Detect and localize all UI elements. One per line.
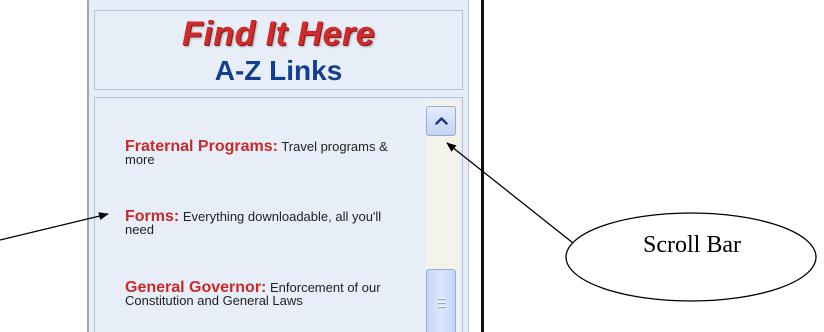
link-item-fraternal-programs[interactable]: Fraternal Programs: Travel programs & mo… (125, 139, 401, 167)
links-scroll-area[interactable]: Fraternal Programs: Travel programs & mo… (94, 97, 463, 332)
scroll-thumb[interactable] (426, 269, 456, 332)
scroll-up-button[interactable] (426, 106, 456, 136)
widget-title: Find It Here (181, 15, 376, 53)
link-item-general-governor[interactable]: General Governor: Enforcement of our Con… (125, 280, 401, 308)
callout-label-scroll-bar: Scroll Bar (643, 232, 741, 258)
chevron-up-icon (435, 117, 448, 125)
vertical-scrollbar[interactable] (426, 101, 459, 332)
document-stage: Find It Here A-Z Links Fraternal Program… (0, 0, 824, 332)
page-divider-line (481, 0, 484, 332)
widget-subtitle: A-Z Links (214, 55, 343, 86)
az-links-widget: Find It Here A-Z Links Fraternal Program… (89, 0, 469, 332)
link-item-forms[interactable]: Forms: Everything downloadable, all you'… (125, 209, 401, 237)
grip-lines-icon (438, 298, 446, 308)
annotation-arrow-scrollbar (446, 142, 598, 263)
widget-header: Find It Here A-Z Links (94, 10, 463, 90)
